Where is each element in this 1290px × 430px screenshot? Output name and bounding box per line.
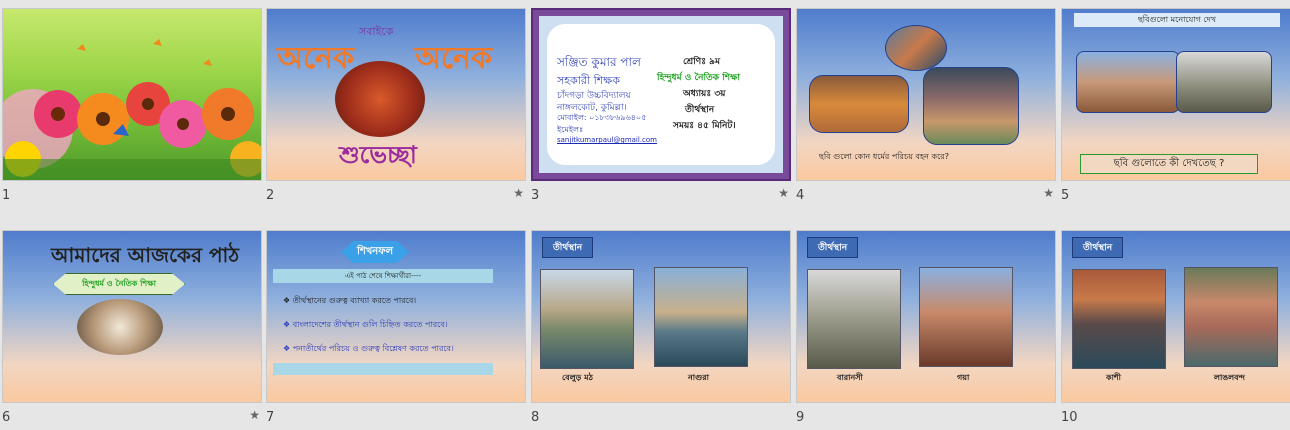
- flowers-image: [3, 39, 261, 180]
- slide-thumb-6[interactable]: আমাদের আজকের পাঠ হিন্দুধর্ম ও নৈতিক শিক্…: [2, 230, 268, 430]
- slide-3-preview[interactable]: সঞ্জিত কুমার পাল সহকারী শিক্ষক চাঁদগড়া …: [531, 8, 791, 181]
- learning-item-text: বাংলাদেশের তীর্থস্থান গুলি চিহ্নিত করতে …: [292, 320, 448, 329]
- star-icon: ★: [778, 186, 789, 200]
- email-link[interactable]: sanjitkumarpaul@gmail.com: [557, 136, 657, 144]
- slide-thumb-1[interactable]: 1: [2, 8, 268, 208]
- star-icon: ★: [1043, 186, 1054, 200]
- slide-4-preview[interactable]: ছবি গুলো কোন ধর্মের পরিচয় বহন করে?: [796, 8, 1056, 181]
- slide-number: 5: [1061, 188, 1070, 203]
- slide-thumb-7[interactable]: শিখনফল এই পাঠ শেষে শিক্ষার্থীরা---- ❖ তী…: [266, 230, 532, 430]
- greeting-right-word: অনেক: [415, 41, 492, 76]
- slide-header: ছবিগুলো মনোযোগ দেখ: [1074, 13, 1280, 27]
- slide-10-preview[interactable]: তীর্থস্থান কাশী লাঙলবন্দ: [1061, 230, 1290, 403]
- slide-tag: তীর্থস্থান: [807, 237, 859, 258]
- slide-thumb-10[interactable]: তীর্থস্থান কাশী লাঙলবন্দ 10: [1061, 230, 1290, 430]
- temple-photo-2: [1176, 51, 1272, 113]
- greeting-bottom-text: শুভেচ্ছা: [339, 141, 417, 169]
- slide-5-preview[interactable]: ছবিগুলো মনোযোগ দেখ ছবি গুলোতে কী দেখতেছ …: [1061, 8, 1290, 181]
- temple-photo-1: [1076, 51, 1180, 113]
- photo-caption-1: বেলুড় মঠ: [562, 373, 593, 382]
- slide-thumb-3[interactable]: সঞ্জিত কুমার পাল সহকারী শিক্ষক চাঁদগড়া …: [531, 8, 797, 208]
- temple-photo-nagura: [654, 267, 748, 367]
- ritual-photo: [885, 25, 947, 71]
- teacher-name: সঞ্জিত কুমার পাল: [557, 55, 641, 69]
- slide-7-preview[interactable]: শিখনফল এই পাঠ শেষে শিক্ষার্থীরা---- ❖ তী…: [266, 230, 526, 403]
- slide-number: 4: [796, 188, 805, 203]
- slide-question: ছবি গুলো কোন ধর্মের পরিচয় বহন করে?: [819, 152, 949, 161]
- star-icon: ★: [249, 408, 260, 422]
- slide-9-preview[interactable]: তীর্থস্থান বারানসী গয়া: [796, 230, 1056, 403]
- chapter-label: অধ্যায়ঃ ৩য়: [683, 89, 726, 99]
- learning-subheader: এই পাঠ শেষে শিক্ষার্থীরা----: [273, 269, 493, 283]
- footer-bar: [273, 363, 493, 375]
- greeting-top-text: সবাইকে: [359, 25, 394, 38]
- slide-thumb-2[interactable]: সবাইকে অনেক অনেক শুভেচ্ছা 2 ★: [266, 8, 532, 208]
- goddess-image: [335, 61, 425, 137]
- slide-1-preview[interactable]: [2, 8, 262, 181]
- crowd-photo-langalbandh: [1184, 267, 1278, 367]
- topic-label: তীর্থস্থান: [685, 105, 715, 115]
- learning-item-3: ❖ পনাতীর্থের পরিচয় ও গুরুত্ব বিশ্লেষণ ক…: [283, 344, 454, 353]
- slide-question: ছবি গুলোতে কী দেখতেছ ?: [1080, 154, 1258, 174]
- temple-photo-varanasi: [807, 269, 901, 369]
- slide-thumb-4[interactable]: ছবি গুলো কোন ধর্মের পরিচয় বহন করে? 4 ★: [796, 8, 1062, 208]
- time-label: সময়ঃ ৪৫ মিনিট।: [673, 121, 736, 131]
- lesson-title: আমাদের আজকের পাঠ: [51, 243, 240, 267]
- photo-caption-2: লাঙলবন্দ: [1214, 373, 1245, 382]
- slide-number: 7: [266, 410, 275, 425]
- temple-photo-gaya: [919, 267, 1013, 367]
- slide-number: 8: [531, 410, 540, 425]
- learning-item-2: ❖ বাংলাদেশের তীর্থস্থান গুলি চিহ্নিত করত…: [283, 320, 448, 329]
- slide-number: 6: [2, 410, 11, 425]
- procession-photo: [77, 299, 163, 355]
- slide-8-preview[interactable]: তীর্থস্থান বেলুড় মঠ নাগুরা: [531, 230, 791, 403]
- photo-caption-1: কাশী: [1106, 373, 1121, 382]
- slide-number: 1: [2, 188, 11, 203]
- ghat-photo-kashi: [1072, 269, 1166, 369]
- crowd-photo: [923, 67, 1019, 145]
- photo-caption-2: গয়া: [957, 373, 970, 382]
- slide-6-preview[interactable]: আমাদের আজকের পাঠ হিন্দুধর্ম ও নৈতিক শিক্…: [2, 230, 262, 403]
- slide-tag: তীর্থস্থান: [1072, 237, 1124, 258]
- subject-label: হিন্দুধর্ম ও নৈতিক শিক্ষা: [657, 73, 741, 83]
- slide-number: 10: [1061, 410, 1078, 425]
- class-label: শ্রেণিঃ ৯ম: [683, 57, 720, 67]
- monks-photo: [809, 75, 909, 133]
- slide-thumb-8[interactable]: তীর্থস্থান বেলুড় মঠ নাগুরা 8: [531, 230, 797, 430]
- learning-item-text: পনাতীর্থের পরিচয় ও গুরুত্ব বিশ্লেষণ করত…: [292, 344, 454, 353]
- slide-2-preview[interactable]: সবাইকে অনেক অনেক শুভেচ্ছা: [266, 8, 526, 181]
- learning-outcome-badge: শিখনফল: [341, 241, 409, 263]
- slide-number: 3: [531, 188, 540, 203]
- slide-tag: তীর্থস্থান: [542, 237, 594, 258]
- slide-thumb-9[interactable]: তীর্থস্থান বারানসী গয়া 9: [796, 230, 1062, 430]
- star-icon: ★: [513, 186, 524, 200]
- slide-number: 9: [796, 410, 805, 425]
- temple-photo-belur: [540, 269, 634, 369]
- slide-thumb-5[interactable]: ছবিগুলো মনোযোগ দেখ ছবি গুলোতে কী দেখতেছ …: [1061, 8, 1290, 208]
- photo-caption-2: নাগুরা: [688, 373, 709, 382]
- learning-item-1: ❖ তীর্থস্থানের গুরুত্ব ব্যাখ্যা করতে পার…: [283, 296, 417, 305]
- slide-number: 2: [266, 188, 275, 203]
- lesson-subtitle: হিন্দুধর্ম ও নৈতিক শিক্ষা: [53, 273, 185, 295]
- learning-item-text: তীর্থস্থানের গুরুত্ব ব্যাখ্যা করতে পারবে…: [292, 296, 417, 305]
- photo-caption-1: বারানসী: [837, 373, 863, 382]
